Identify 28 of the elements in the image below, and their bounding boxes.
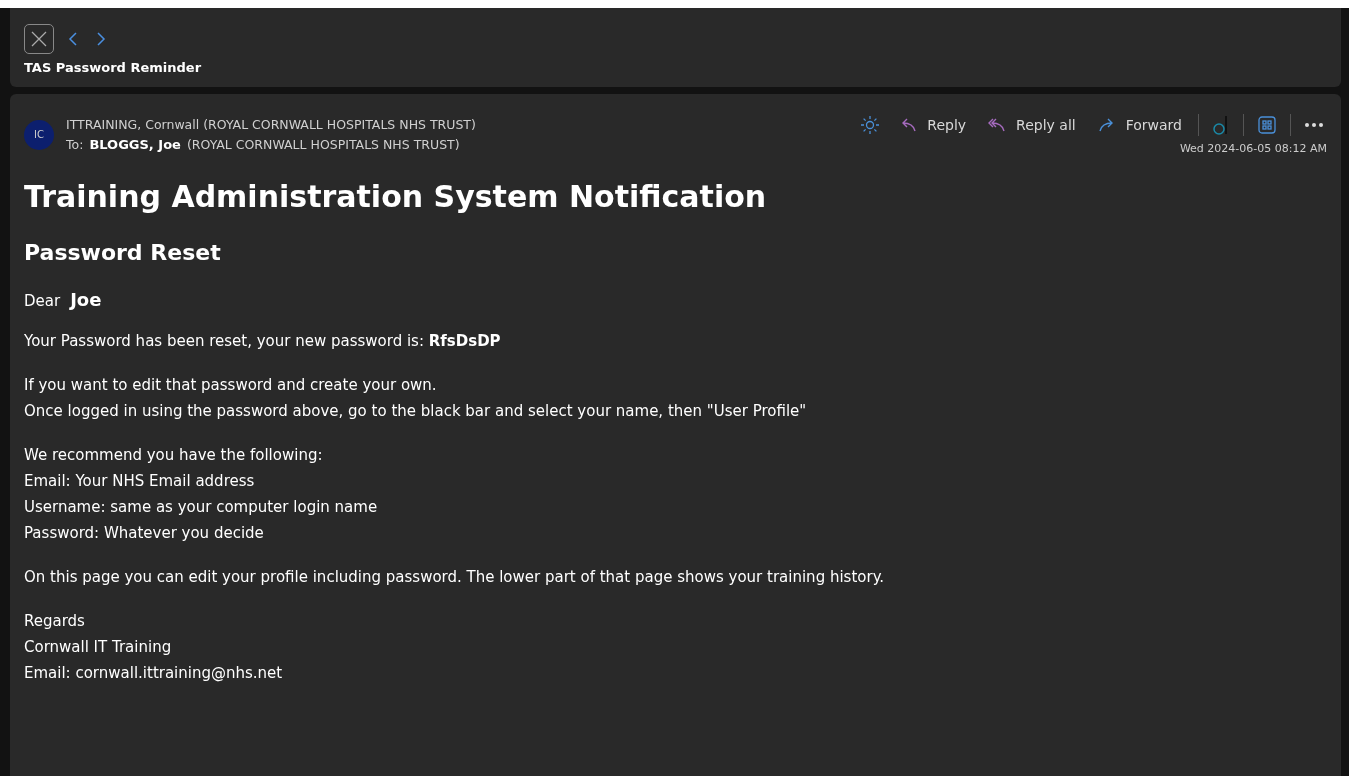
greeting: Dear [24,292,61,310]
body-text-line: Email: cornwall.ittraining@nhs.net [24,663,284,684]
sender-avatar: IC [24,119,54,150]
body-text-line: We recommend you have the following: [24,445,324,466]
body-text-line: Cornwall IT Training [24,637,173,658]
close-button[interactable] [24,24,54,54]
recipient-name: BLOGGS, Joe [89,137,181,152]
body-text-line: Username: same as your computer login name [24,497,379,518]
body-text-line: On this page you can edit your profile including password. The lower part of that page shows your training history. [24,567,886,588]
message-date: Wed 2024-06-05 08:12 AM [1179,142,1327,155]
email-subheading: Password Reset [24,240,222,265]
body-text-line: Email: Your NHS Email address [24,471,256,492]
email-heading: Training Administration System Notification [24,179,768,214]
close-icon [31,31,47,47]
body-text-line: Your Password has been reset, your new password is: RfsDsDP [24,331,502,352]
email-subject: TAS Password Reminder [24,60,203,75]
replyall-button[interactable]: Reply all [982,117,1082,133]
forward-button[interactable]: Forward [1091,117,1188,133]
recipient-org: (ROYAL CORNWALL HOSPITALS NHS TRUST) [186,137,460,152]
body-text-line: Password: Whatever you decide [24,523,265,544]
body-text-line: Once logged in using the password above, go to the black bar and select your name, then "User Profile" [24,401,808,422]
body-text-line: Regards [24,611,86,632]
to-label: To: [66,137,84,152]
reply-button[interactable]: Reply [893,117,973,133]
sender-name: ITTRAINING, Cornwall (ROYAL CORNWALL HOSPITALS NHS TRUST) [66,117,477,132]
body-text-line: If you want to edit that password and create your own. [24,375,438,396]
reply-all-arrow-icon [988,117,1007,133]
greeting-name: Joe [70,289,102,310]
